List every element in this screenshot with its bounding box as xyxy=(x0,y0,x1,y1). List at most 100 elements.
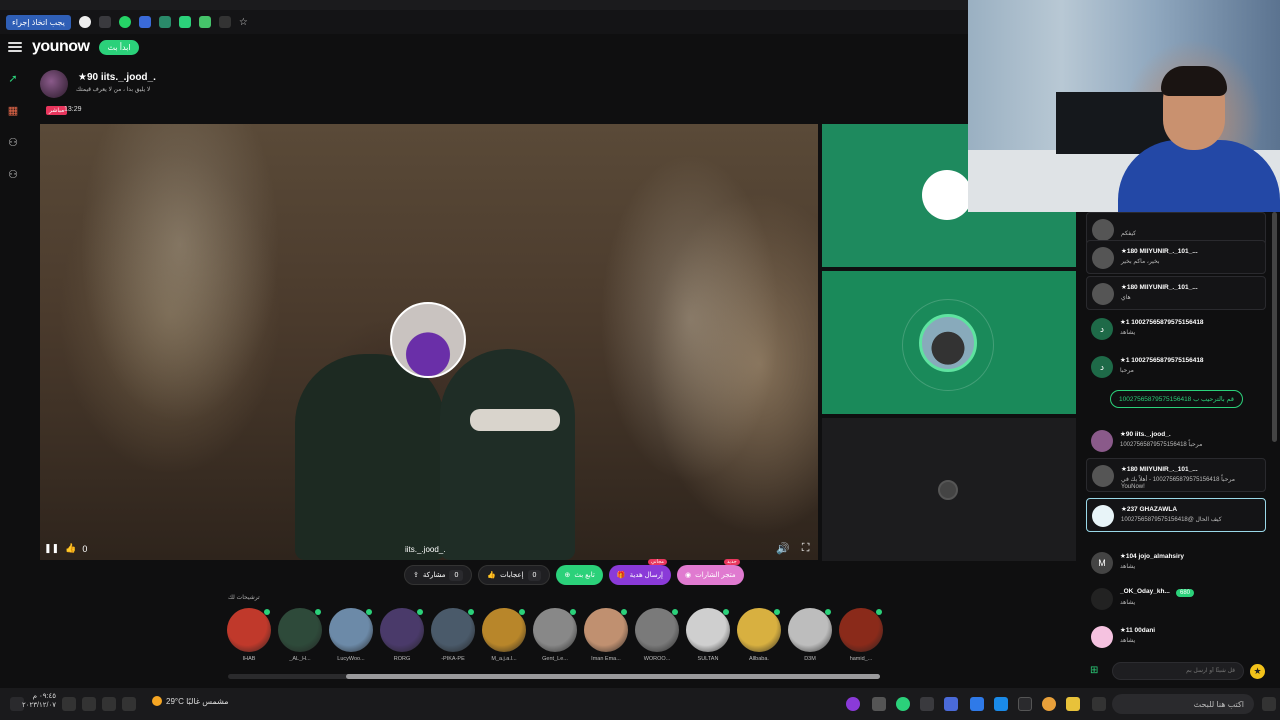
app-icon[interactable] xyxy=(920,697,934,711)
chat-avatar[interactable] xyxy=(1092,247,1114,269)
edge-icon[interactable] xyxy=(994,697,1008,711)
user-icon[interactable]: ⚇ xyxy=(0,158,26,190)
chat-username[interactable]: ★1 1002756587957515641​8 xyxy=(1120,318,1204,326)
chat-avatar[interactable] xyxy=(1092,505,1114,527)
action-required-button[interactable]: يجب اتخاذ إجراء xyxy=(6,14,71,30)
folder-icon[interactable] xyxy=(1066,697,1080,711)
search-icon[interactable] xyxy=(1262,697,1276,711)
app-icon[interactable] xyxy=(944,697,958,711)
recommended-avatar[interactable] xyxy=(482,608,526,652)
bookmark-icon[interactable] xyxy=(78,16,91,28)
taskbar-clock[interactable]: ٠٩:٤٥ م ٢٠٢٣/١٢/٠٧ xyxy=(22,692,56,710)
app-icon[interactable] xyxy=(872,697,886,711)
chat-username[interactable]: ★180 MIIYUNIR_._101_... xyxy=(1121,283,1198,291)
chat-tools-icon[interactable]: ⊞ xyxy=(1090,665,1104,679)
likes-button[interactable]: 👍 إعجابات 0 xyxy=(478,565,551,585)
keyboard-icon[interactable] xyxy=(62,697,76,711)
recommended-avatar[interactable] xyxy=(635,608,679,652)
younow-logo[interactable]: younow xyxy=(32,38,90,56)
app-icon[interactable] xyxy=(846,697,860,711)
chat-avatar[interactable]: د xyxy=(1091,356,1113,378)
shield-icon[interactable] xyxy=(178,16,191,28)
go-live-button[interactable]: ابدأ بث xyxy=(99,39,139,55)
weather-widget[interactable]: 29°C مشمس غالبًا xyxy=(152,696,229,706)
app-icon[interactable] xyxy=(970,697,984,711)
volume-icon[interactable] xyxy=(102,697,116,711)
recommended-item[interactable]: LucyWoo... xyxy=(328,608,374,662)
chat-avatar[interactable]: د xyxy=(1091,318,1113,340)
recommended-item[interactable]: RORG xyxy=(379,608,425,662)
bookmark-icon[interactable] xyxy=(158,16,171,28)
recommended-item[interactable]: D3M xyxy=(787,608,833,662)
recommended-avatar[interactable] xyxy=(431,608,475,652)
welcome-button[interactable]: قم بالترحيب ب 10027565879575156418 xyxy=(1110,390,1243,408)
send-gift-button[interactable]: 🎁 إرسال هدية مجاني xyxy=(608,559,671,585)
empty-guest-tile[interactable] xyxy=(822,418,1076,561)
chat-avatar[interactable] xyxy=(1091,430,1113,452)
pause-icon[interactable]: ❚❚ xyxy=(44,543,59,554)
star-icon[interactable]: ☆ xyxy=(239,17,248,28)
chat-avatar[interactable] xyxy=(1092,465,1114,487)
menu-icon[interactable] xyxy=(8,40,22,54)
chat-scrollbar[interactable] xyxy=(1272,212,1277,442)
chat-username[interactable]: ★237 GHAZAWLA xyxy=(1121,505,1177,513)
recommended-avatar[interactable] xyxy=(380,608,424,652)
star-icon[interactable]: ★ xyxy=(1250,664,1265,679)
chat-avatar[interactable] xyxy=(1092,219,1114,241)
chat-input[interactable] xyxy=(1112,662,1244,680)
app-icon[interactable] xyxy=(896,697,910,711)
recommended-item[interactable]: WOROO... xyxy=(634,608,680,662)
chat-username[interactable]: ★180 MIIYUNIR_._101_... xyxy=(1121,465,1198,473)
share-button[interactable]: ⇪ مشاركة 0 xyxy=(404,565,473,585)
recommended-avatar[interactable] xyxy=(839,608,883,652)
recommended-avatar[interactable] xyxy=(686,608,730,652)
follow-button[interactable]: ⊕ تابع بث xyxy=(556,565,603,585)
guest-avatar[interactable] xyxy=(919,314,977,372)
recommended-item[interactable]: Allbaba. xyxy=(736,608,782,662)
recommended-item[interactable]: IHAB xyxy=(226,608,272,662)
chat-avatar[interactable] xyxy=(1092,283,1114,305)
recommended-avatar[interactable] xyxy=(788,608,832,652)
recommended-scrollbar-thumb[interactable] xyxy=(346,674,880,679)
thumbs-up-icon[interactable]: 👍 xyxy=(65,543,76,554)
volume-icon[interactable]: 🔊 xyxy=(776,542,790,555)
whatsapp-icon[interactable] xyxy=(118,16,131,28)
recommended-item[interactable]: _AL_H... xyxy=(277,608,323,662)
bookmark-icon[interactable] xyxy=(138,16,151,28)
recommended-avatar[interactable] xyxy=(329,608,373,652)
recommended-item[interactable]: -PIKA-PE xyxy=(430,608,476,662)
add-user-icon[interactable]: ⚇ xyxy=(0,126,26,158)
recommended-avatar[interactable] xyxy=(737,608,781,652)
recommended-avatar[interactable] xyxy=(533,608,577,652)
chat-username[interactable]: _OK_Oday_kh... xyxy=(1120,588,1170,595)
chat-username[interactable]: ★1 10027565879575156418 xyxy=(1120,356,1204,364)
chat-username[interactable]: ★11 00dani xyxy=(1120,626,1155,634)
fullscreen-icon[interactable]: ⛶ xyxy=(802,542,810,555)
chat-username[interactable]: ★104 jojo_almahsiry xyxy=(1120,552,1184,560)
chat-avatar[interactable] xyxy=(1091,588,1113,610)
guest-avatar[interactable] xyxy=(390,302,466,378)
battery-icon[interactable] xyxy=(122,697,136,711)
store-icon[interactable] xyxy=(1018,697,1032,711)
task-view-icon[interactable] xyxy=(1092,697,1106,711)
recommended-item[interactable]: M_a.j.a.l... xyxy=(481,608,527,662)
rocket-icon[interactable]: ➚ xyxy=(0,62,26,94)
recommended-avatar[interactable] xyxy=(227,608,271,652)
recommended-item[interactable]: SULTAN xyxy=(685,608,731,662)
bookmark-icon[interactable] xyxy=(198,16,211,28)
chat-username[interactable]: ★90 iits._.jood_. xyxy=(1120,430,1171,438)
recommended-item[interactable]: hamid_... xyxy=(838,608,884,662)
chat-avatar[interactable]: M xyxy=(1091,552,1113,574)
recommended-item[interactable]: Gent_Le... xyxy=(532,608,578,662)
badge-store-button[interactable]: ◉ متجر الشارات جديد xyxy=(677,559,744,585)
chat-avatar[interactable] xyxy=(1091,626,1113,648)
guest-tile[interactable] xyxy=(822,271,1076,414)
chat-username[interactable]: ★180 MIIYUNIR_._101_... xyxy=(1121,247,1198,255)
recommended-avatar[interactable] xyxy=(278,608,322,652)
taskbar-search[interactable]: اكتب هنا للبحث xyxy=(1112,694,1254,714)
bookmark-icon[interactable] xyxy=(218,16,231,28)
recommended-item[interactable]: Iman Ema... xyxy=(583,608,629,662)
broadcaster-avatar[interactable] xyxy=(40,70,68,98)
network-icon[interactable] xyxy=(82,697,96,711)
leaderboard-icon[interactable]: ▦ xyxy=(0,94,26,126)
